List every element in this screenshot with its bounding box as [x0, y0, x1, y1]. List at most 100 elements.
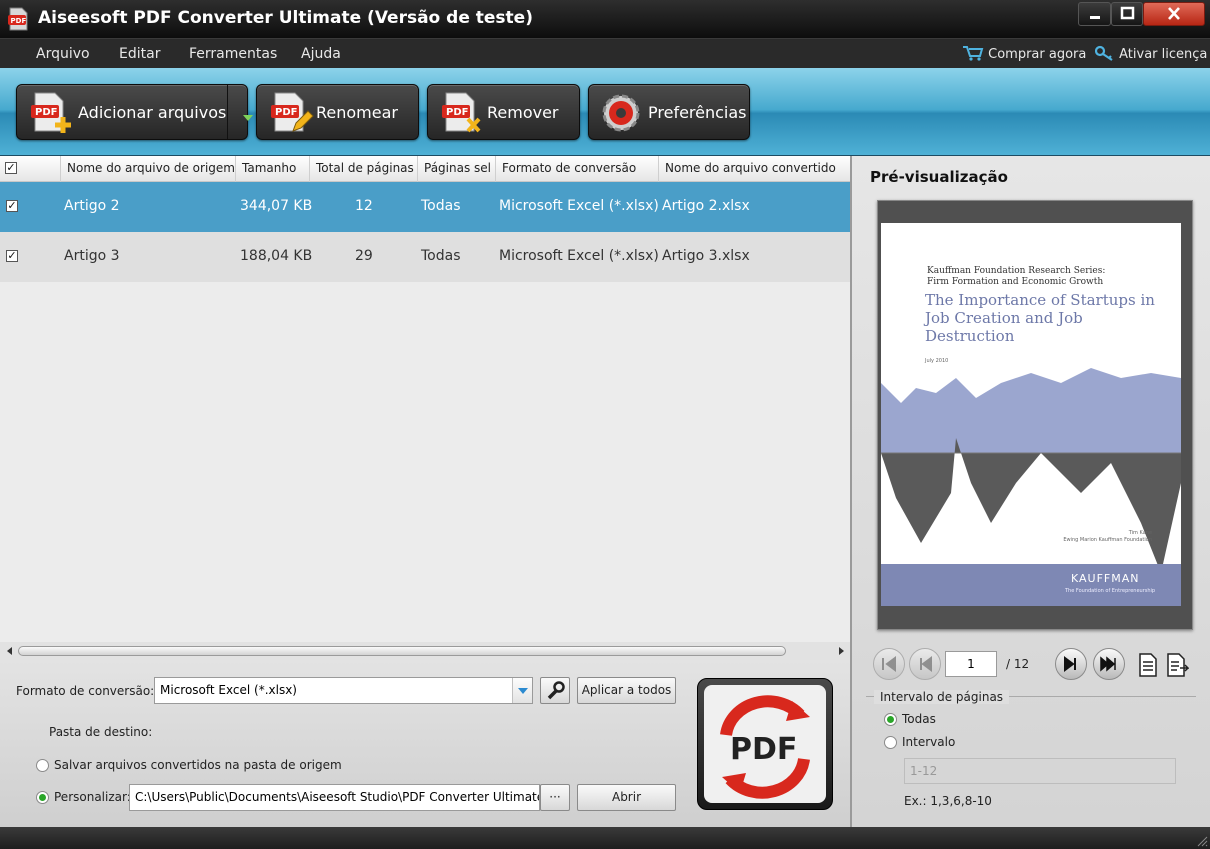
preview-series-line2: Firm Formation and Economic Growth [927, 277, 1104, 287]
horizontal-scrollbar[interactable] [0, 642, 850, 660]
row-selected-pages[interactable]: Todas [421, 248, 461, 264]
table-row[interactable]: ✓ Artigo 3 188,04 KB 29 Todas Microsoft … [0, 232, 850, 282]
menu-ajuda[interactable]: Ajuda [301, 46, 341, 62]
preview-author-line1: Tim Kane [1128, 530, 1152, 536]
save-source-radio[interactable] [36, 759, 49, 772]
menu-ferramentas[interactable]: Ferramentas [189, 46, 277, 62]
format-select[interactable]: Microsoft Excel (*.xlsx) [154, 677, 533, 704]
previous-icon [920, 656, 932, 672]
column-header[interactable]: Total de páginas [310, 156, 418, 182]
interval-label[interactable]: Intervalo [902, 735, 955, 749]
column-header[interactable]: Páginas sel [418, 156, 496, 182]
column-header[interactable]: Tamanho [236, 156, 310, 182]
row-format[interactable]: Microsoft Excel (*.xlsx) [499, 198, 659, 214]
browse-button[interactable]: ··· [540, 784, 570, 811]
document-icon[interactable] [1137, 652, 1159, 678]
resize-grip-icon[interactable] [1196, 835, 1208, 847]
row-selected-pages[interactable]: Todas [421, 198, 461, 214]
preview-title: Pré-visualização [870, 168, 1008, 186]
svg-text:PDF: PDF [35, 107, 57, 118]
gear-icon [602, 94, 640, 132]
interval-radio[interactable] [884, 736, 897, 749]
pdf-rename-icon: PDF [271, 92, 314, 132]
preview-tagline: The Foundation of Entrepreneurship [1065, 588, 1156, 594]
convert-button[interactable]: PDF [697, 678, 833, 810]
menu-editar[interactable]: Editar [119, 46, 160, 62]
svg-text:PDF: PDF [275, 107, 297, 118]
minimize-button[interactable] [1078, 2, 1111, 26]
window-title: Aiseesoft PDF Converter Ultimate (Versão… [38, 8, 533, 28]
add-files-dropdown[interactable] [227, 85, 253, 139]
page-range-input[interactable]: 1-12 [904, 758, 1176, 784]
maximize-icon [1120, 6, 1135, 20]
row-checkbox[interactable]: ✓ [6, 250, 18, 262]
all-pages-radio[interactable] [884, 713, 897, 726]
row-total-pages: 12 [355, 198, 373, 214]
pdf-remove-icon: PDF [442, 92, 481, 133]
buy-now-link[interactable]: Comprar agora [962, 45, 1086, 62]
status-bar [0, 827, 1210, 849]
preview-series-line1: Kauffman Foundation Research Series: [927, 266, 1106, 276]
scrollbar-thumb[interactable] [18, 646, 786, 656]
previous-page-button[interactable] [909, 648, 941, 680]
first-page-button[interactable] [873, 648, 905, 680]
rename-button[interactable]: PDF Renomear [256, 84, 419, 140]
pdf-add-icon: PDF [31, 92, 71, 133]
row-filename: Artigo 3 [64, 248, 120, 264]
scroll-right-icon[interactable] [834, 642, 848, 660]
skip-start-icon [882, 656, 896, 672]
remove-button[interactable]: PDF Remover [427, 84, 580, 140]
preview-cover-graphic [881, 368, 1181, 573]
preview-page: Kauffman Foundation Research Series: Fir… [881, 223, 1181, 606]
page-range-title: Intervalo de páginas [874, 690, 1010, 704]
all-pages-label[interactable]: Todas [902, 712, 936, 726]
destination-label: Pasta de destino: [49, 725, 153, 739]
format-select-dropdown[interactable] [512, 678, 532, 703]
document-export-icon[interactable] [1165, 652, 1189, 678]
column-header[interactable]: Nome do arquivo convertido [659, 156, 850, 182]
preview-heading: The Importance of Startups in Job Creati… [925, 291, 1155, 345]
add-files-button[interactable]: PDF Adicionar arquivos [16, 84, 253, 140]
add-files-label: Adicionar arquivos [78, 103, 227, 122]
output-settings-panel: Formato de conversão: Microsoft Excel (*… [0, 660, 850, 827]
next-page-button[interactable] [1055, 648, 1087, 680]
maximize-button[interactable] [1111, 2, 1143, 26]
custom-folder-path[interactable]: C:\Users\Public\Documents\Aiseesoft Stud… [129, 784, 540, 811]
row-format[interactable]: Microsoft Excel (*.xlsx) [499, 248, 659, 264]
last-page-button[interactable] [1093, 648, 1125, 680]
activate-license-link[interactable]: Ativar licença [1094, 45, 1207, 62]
scroll-left-icon[interactable] [3, 642, 17, 660]
svg-text:PDF: PDF [11, 17, 27, 25]
total-pages-label: / 12 [1006, 657, 1030, 671]
preview-footer-band: KAUFFMAN The Foundation of Entrepreneurs… [881, 564, 1181, 606]
table-header: ✓ Nome do arquivo de origem Tamanho Tota… [0, 156, 850, 182]
row-size: 188,04 KB [240, 248, 313, 264]
preview-author-line2: Ewing Marion Kauffman Foundation [1063, 537, 1152, 543]
open-folder-button[interactable]: Abrir [577, 784, 676, 811]
chevron-down-icon [518, 688, 528, 694]
column-header[interactable]: Formato de conversão [496, 156, 659, 182]
select-all-checkbox[interactable]: ✓ [5, 162, 17, 174]
menu-arquivo[interactable]: Arquivo [36, 46, 90, 62]
format-select-value: Microsoft Excel (*.xlsx) [160, 683, 297, 697]
close-button[interactable] [1143, 2, 1205, 26]
format-label: Formato de conversão: [16, 684, 155, 698]
row-checkbox[interactable]: ✓ [6, 200, 18, 212]
apply-all-button[interactable]: Aplicar a todos [577, 677, 676, 704]
format-settings-button[interactable] [540, 677, 570, 704]
custom-folder-label[interactable]: Personalizar: [54, 790, 131, 804]
row-filename: Artigo 2 [64, 198, 120, 214]
preferences-button[interactable]: Preferências [588, 84, 750, 140]
close-icon [1168, 7, 1180, 20]
preferences-label: Preferências [648, 103, 747, 122]
column-header[interactable]: Nome do arquivo de origem [61, 156, 236, 182]
table-row[interactable]: ✓ Artigo 2 344,07 KB 12 Todas Microsoft … [0, 182, 850, 232]
next-icon [1064, 656, 1076, 672]
select-all-header: ✓ [0, 156, 61, 182]
minimize-icon [1090, 16, 1100, 19]
rename-label: Renomear [316, 103, 398, 122]
page-number-input[interactable]: 1 [945, 651, 997, 677]
skip-end-icon [1100, 656, 1116, 672]
save-source-label[interactable]: Salvar arquivos convertidos na pasta de … [54, 758, 342, 772]
custom-folder-radio[interactable] [36, 791, 49, 804]
